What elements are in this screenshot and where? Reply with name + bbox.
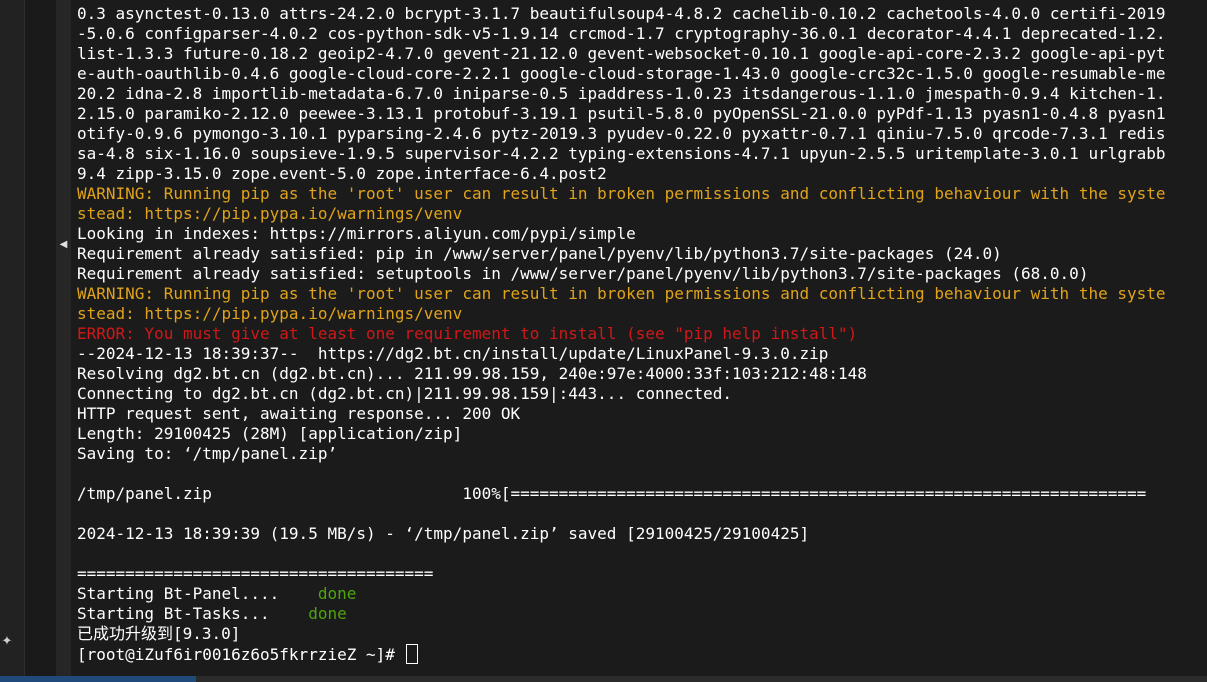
terminal-line: HTTP request sent, awaiting response... … bbox=[77, 404, 521, 423]
terminal-line: e-auth-oauthlib-0.4.6 google-cloud-core-… bbox=[77, 64, 1166, 83]
terminal-line: stead: https://pip.pypa.io/warnings/venv bbox=[77, 204, 463, 223]
terminal-line: WARNING: Running pip as the 'root' user … bbox=[77, 184, 1166, 203]
terminal-line: -5.0.6 configparser-4.0.2 cos-python-sdk… bbox=[77, 24, 1166, 43]
terminal-line: 2024-12-13 18:39:39 (19.5 MB/s) - ‘/tmp/… bbox=[77, 524, 810, 543]
terminal-line: Resolving dg2.bt.cn (dg2.bt.cn)... 211.9… bbox=[77, 364, 867, 383]
terminal-line: 0.3 asynctest-0.13.0 attrs-24.2.0 bcrypt… bbox=[77, 4, 1166, 23]
terminal-line: Requirement already satisfied: setuptool… bbox=[77, 264, 1089, 283]
shell-prompt: [root@iZuf6ir0016z6o5fkrrzieZ ~]# bbox=[77, 645, 405, 664]
terminal-cursor[interactable] bbox=[405, 644, 418, 664]
terminal-line: Saving to: ‘/tmp/panel.zip’ bbox=[77, 444, 338, 463]
terminal-line: Connecting to dg2.bt.cn (dg2.bt.cn)|211.… bbox=[77, 384, 733, 403]
status-label: Starting Bt-Panel.... bbox=[77, 584, 280, 603]
chevron-left-icon[interactable]: ◀ bbox=[59, 236, 68, 254]
terminal-line: stead: https://pip.pypa.io/warnings/venv bbox=[77, 304, 463, 323]
terminal-line: Requirement already satisfied: pip in /w… bbox=[77, 244, 1002, 263]
terminal-line: ERROR: You must give at least one requir… bbox=[77, 324, 858, 343]
terminal-line: /tmp/panel.zip 100%[====================… bbox=[77, 484, 1147, 503]
left-sidebar: ✦ bbox=[0, 0, 25, 676]
terminal-line: 9.4 zipp-3.15.0 zope.event-5.0 zope.inte… bbox=[77, 164, 607, 183]
pin-icon[interactable]: ✦ bbox=[0, 632, 14, 652]
bottom-status-bar bbox=[0, 676, 1207, 682]
panel-splitter[interactable] bbox=[56, 0, 71, 676]
terminal-line: 已成功升级到[9.3.0] bbox=[77, 624, 241, 643]
terminal-line: list-1.3.3 future-0.18.2 geoip2-4.7.0 ge… bbox=[77, 44, 1166, 63]
terminal-window[interactable]: 0.3 asynctest-0.13.0 attrs-24.2.0 bcrypt… bbox=[71, 0, 1207, 676]
prompt-line[interactable]: [root@iZuf6ir0016z6o5fkrrzieZ ~]# bbox=[77, 644, 1166, 664]
terminal-line: sa-4.8 six-1.16.0 soupsieve-1.9.5 superv… bbox=[77, 144, 1166, 163]
status-done: done bbox=[317, 584, 357, 603]
terminal-line: --2024-12-13 18:39:37-- https://dg2.bt.c… bbox=[77, 344, 829, 363]
terminal-line: Looking in indexes: https://mirrors.aliy… bbox=[77, 224, 636, 243]
terminal-line: Starting Bt-Tasks... done bbox=[77, 604, 1166, 624]
terminal-line: WARNING: Running pip as the 'root' user … bbox=[77, 284, 1166, 303]
terminal-line: otify-0.9.6 pymongo-3.10.1 pyparsing-2.4… bbox=[77, 124, 1166, 143]
terminal-line: 20.2 idna-2.8 importlib-metadata-6.7.0 i… bbox=[77, 84, 1166, 103]
status-done: done bbox=[308, 604, 347, 623]
terminal-output: 0.3 asynctest-0.13.0 attrs-24.2.0 bcrypt… bbox=[77, 4, 1166, 664]
active-session-indicator[interactable] bbox=[0, 676, 196, 682]
status-label: Starting Bt-Tasks... bbox=[77, 604, 270, 623]
terminal-line: 2.15.0 paramiko-2.12.0 peewee-3.13.1 pro… bbox=[77, 104, 1166, 123]
terminal-app: ✦ ◀ 0.3 asynctest-0.13.0 attrs-24.2.0 bc… bbox=[0, 0, 1207, 682]
terminal-line: Starting Bt-Panel.... done bbox=[77, 584, 1166, 604]
terminal-line: Length: 29100425 (28M) [application/zip] bbox=[77, 424, 463, 443]
terminal-line: ===================================== bbox=[77, 564, 434, 583]
